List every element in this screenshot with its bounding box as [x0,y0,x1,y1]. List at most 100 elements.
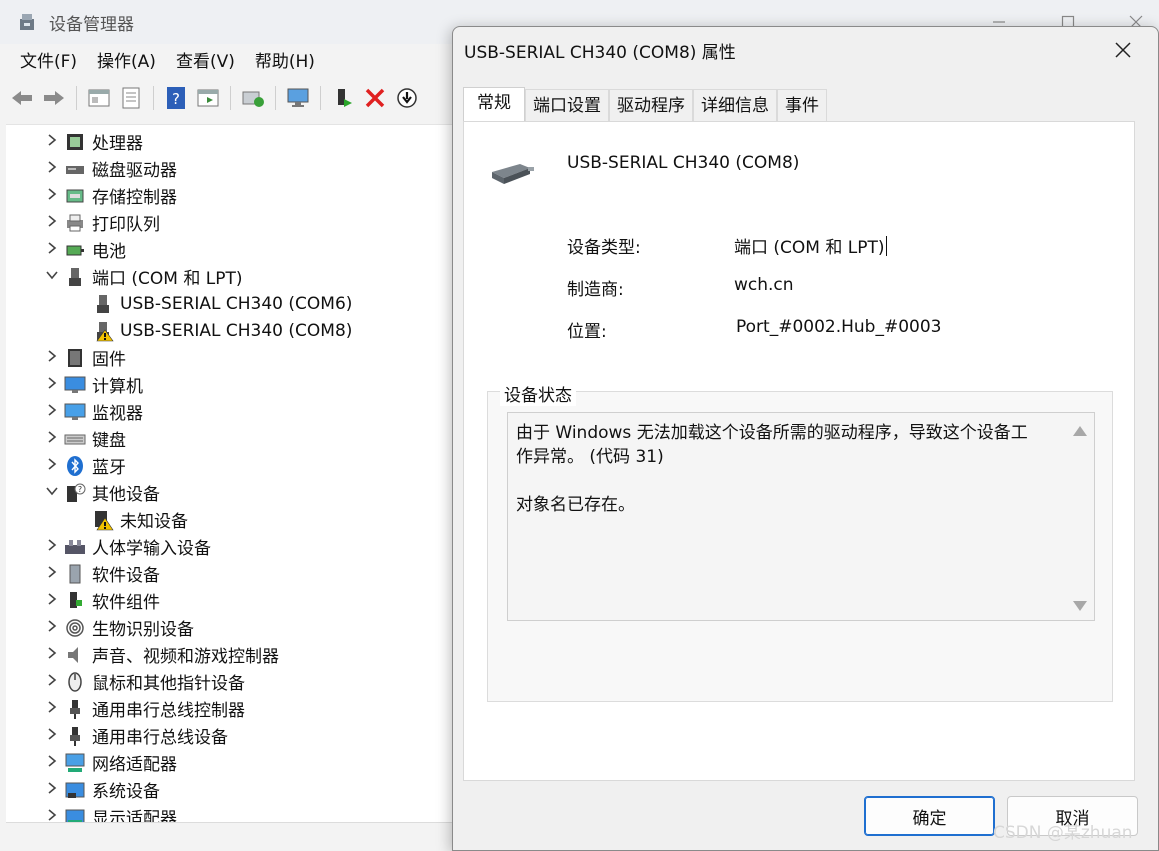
monitor-button[interactable] [284,84,312,112]
scroll-down-arrow-icon[interactable] [1073,601,1087,611]
menu-view[interactable]: 查看(V) [166,48,245,76]
unknown-device-warning-icon [92,509,114,531]
location-label: 位置: [567,322,607,342]
chevron-right-icon[interactable] [44,187,60,204]
status-bar [6,822,452,851]
scan-hardware-icon [242,91,264,107]
chevron-down-icon[interactable] [44,269,60,285]
chevron-right-icon[interactable] [44,241,60,258]
location-value: Port_#0002.Hub_#0003 [736,317,942,337]
update-driver-icon [397,88,417,108]
chevron-right-icon[interactable] [44,700,60,717]
software-component-icon [64,590,86,612]
properties-view-button[interactable] [85,84,113,112]
tree-category[interactable]: 计算机 [44,371,143,398]
chevron-right-icon[interactable] [44,214,60,231]
tree-category[interactable]: 存储控制器 [44,182,177,209]
tree-category[interactable]: 软件组件 [44,587,160,614]
tree-category[interactable]: 鼠标和其他指针设备 [44,668,245,695]
chevron-right-icon[interactable] [44,754,60,771]
tree-label: 通用串行总线控制器 [92,701,245,721]
help-button[interactable]: ? [162,84,190,112]
tree-category[interactable]: 显示适配器 [44,803,177,822]
ok-button[interactable]: 确定 [864,796,995,836]
tree-label: 打印队列 [92,215,160,235]
chevron-right-icon[interactable] [44,376,60,393]
chevron-right-icon[interactable] [44,727,60,744]
device-list-button[interactable] [117,84,145,112]
menu-help[interactable]: 帮助(H) [245,48,325,76]
forward-button[interactable] [40,84,68,112]
chevron-right-icon[interactable] [44,808,60,823]
tree-category[interactable]: 软件设备 [44,560,160,587]
chevron-right-icon[interactable] [44,646,60,663]
scan-hardware-button[interactable] [239,84,267,112]
enable-device-icon [338,89,352,107]
chevron-right-icon[interactable] [44,160,60,177]
chevron-right-icon[interactable] [44,430,60,447]
tree-category[interactable]: 电池 [44,236,126,263]
device-status-label: 设备状态 [500,381,576,406]
tree-category[interactable]: ? 其他设备 [44,479,160,506]
chevron-down-icon[interactable] [44,485,60,501]
tab-events[interactable]: 事件 [777,89,827,121]
chevron-right-icon[interactable] [44,349,60,366]
dialog-close-button[interactable] [1103,33,1143,67]
chevron-right-icon[interactable] [44,133,60,150]
tree-category[interactable]: 声音、视频和游戏控制器 [44,641,279,668]
tree-category[interactable]: 网络适配器 [44,749,177,776]
chevron-right-icon[interactable] [44,619,60,636]
chevron-right-icon[interactable] [44,538,60,555]
tree-category[interactable]: 监视器 [44,398,143,425]
tree-device[interactable]: 未知设备 [72,506,188,533]
software-device-icon [64,563,86,585]
monitor-icon [287,88,309,107]
tree-category[interactable]: 磁盘驱动器 [44,155,177,182]
back-button[interactable] [8,84,36,112]
chevron-right-icon[interactable] [44,673,60,690]
unknown-device-icon: ? [64,482,86,504]
tree-category[interactable]: 人体学输入设备 [44,533,211,560]
tree-category[interactable]: 生物识别设备 [44,614,194,641]
tree-category[interactable]: 系统设备 [44,776,160,803]
tree-category[interactable]: 键盘 [44,425,126,452]
speaker-icon [64,644,86,666]
tree-label: 通用串行总线设备 [92,728,228,748]
tree-category[interactable]: 固件 [44,344,126,371]
tab-port-settings[interactable]: 端口设置 [525,89,609,121]
back-icon [12,91,32,105]
fingerprint-icon [64,617,86,639]
tree-category[interactable]: 蓝牙 [44,452,126,479]
mouse-icon [64,671,86,693]
chevron-right-icon[interactable] [44,457,60,474]
tree-device[interactable]: USB-SERIAL CH340 (COM6) [72,290,352,317]
processor-icon [64,131,86,153]
tree-label: 软件设备 [92,566,160,586]
chevron-right-icon[interactable] [44,403,60,420]
tree-category[interactable]: 处理器 [44,128,143,155]
tree-category[interactable]: 端口 (COM 和 LPT) [44,263,243,290]
tab-driver[interactable]: 驱动程序 [609,89,693,121]
network-icon [64,752,86,774]
show-hidden-button[interactable] [194,84,222,112]
status-scrollbar[interactable] [1067,414,1093,619]
tab-details[interactable]: 详细信息 [693,89,777,121]
show-hidden-icon [197,89,219,107]
tree-category[interactable]: 通用串行总线设备 [44,722,228,749]
tab-general[interactable]: 常规 [463,87,525,121]
chevron-right-icon[interactable] [44,781,60,798]
update-driver-button[interactable] [393,84,421,112]
enable-device-button[interactable] [329,84,357,112]
chevron-right-icon[interactable] [44,592,60,609]
tree-category[interactable]: 通用串行总线控制器 [44,695,245,722]
device-status-textbox[interactable]: 由于 Windows 无法加载这个设备所需的驱动程序，导致这个设备工 作异常。 … [507,412,1095,621]
chevron-right-icon[interactable] [44,565,60,582]
uninstall-device-button[interactable] [361,84,389,112]
menu-action[interactable]: 操作(A) [87,48,166,76]
tree-label: 声音、视频和游戏控制器 [92,647,279,667]
tree-device[interactable]: USB-SERIAL CH340 (COM8) [72,317,352,344]
tab-strip: 常规 端口设置 驱动程序 详细信息 事件 [463,87,827,121]
tree-category[interactable]: 打印队列 [44,209,160,236]
scroll-up-arrow-icon[interactable] [1073,426,1087,436]
menu-file[interactable]: 文件(F) [10,48,87,76]
